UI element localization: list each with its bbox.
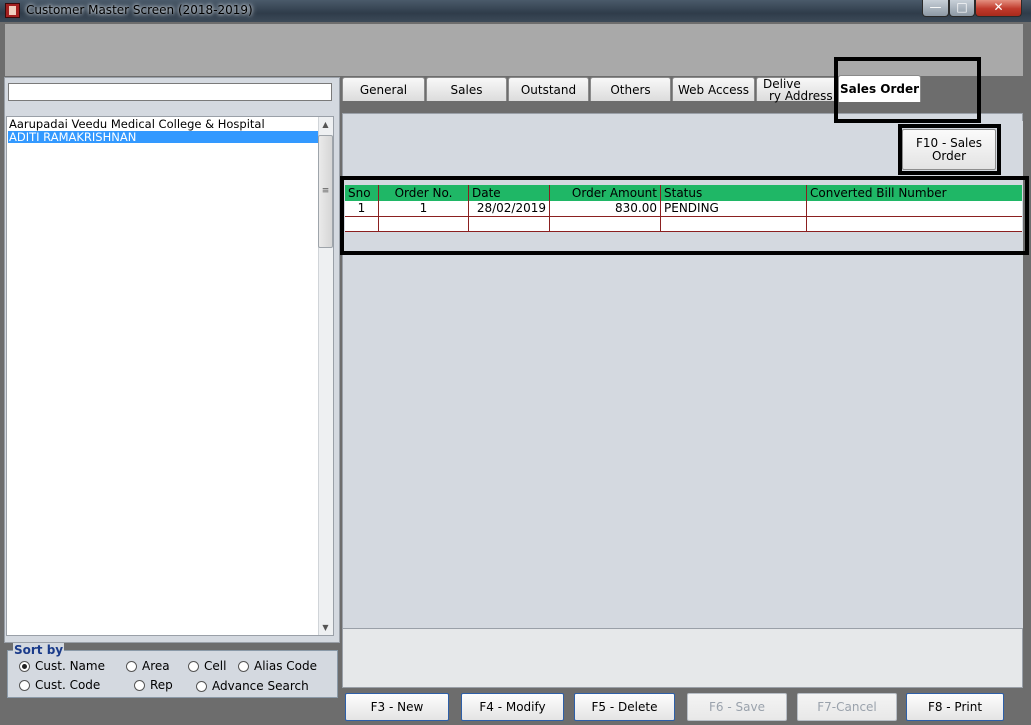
new-button[interactable]: F3 - New bbox=[345, 693, 449, 721]
sort-rep-radio[interactable]: Rep bbox=[134, 678, 173, 692]
minimize-button[interactable]: — bbox=[922, 0, 949, 17]
sort-by-label: Sort by bbox=[13, 643, 65, 657]
radio-icon bbox=[196, 680, 207, 692]
tab-general[interactable]: General bbox=[342, 77, 425, 101]
scroll-up-arrow-icon[interactable]: ▲ bbox=[321, 120, 330, 129]
window-title: Customer Master Screen (2018-2019) bbox=[26, 3, 253, 17]
customer-list-item[interactable]: Aarupadai Veedu Medical College & Hospit… bbox=[8, 118, 319, 130]
radio-icon bbox=[188, 660, 199, 672]
sort-alias-code-radio[interactable]: Alias Code bbox=[238, 659, 317, 673]
scroll-down-arrow-icon[interactable]: ▼ bbox=[321, 623, 330, 632]
save-button[interactable]: F6 - Save bbox=[687, 693, 787, 721]
sort-area-radio[interactable]: Area bbox=[126, 659, 170, 673]
sort-advance-search-radio[interactable]: Advance Search bbox=[196, 679, 309, 693]
sort-cust-name-radio[interactable]: Cust. Name bbox=[19, 659, 105, 673]
radio-icon bbox=[126, 660, 137, 672]
tab-web-access[interactable]: Web Access bbox=[672, 77, 755, 101]
title-bar: Customer Master Screen (2018-2019) — □ ✕ bbox=[0, 0, 1031, 22]
tab-others[interactable]: Others bbox=[590, 77, 671, 101]
tab-sales[interactable]: Sales bbox=[426, 77, 507, 101]
delete-button[interactable]: F5 - Delete bbox=[574, 693, 675, 721]
tab-delivery-address[interactable]: Delive ry Address bbox=[756, 77, 837, 103]
customer-list[interactable]: Aarupadai Veedu Medical College & Hospit… bbox=[6, 116, 334, 636]
highlight-box-grid bbox=[340, 176, 1029, 255]
radio-icon bbox=[134, 679, 145, 691]
modify-button[interactable]: F4 - Modify bbox=[461, 693, 564, 721]
action-bar bbox=[342, 628, 1023, 688]
maximize-button[interactable]: □ bbox=[949, 0, 975, 17]
cancel-button[interactable]: F7-Cancel bbox=[797, 693, 897, 721]
sort-cust-code-radio[interactable]: Cust. Code bbox=[19, 678, 100, 692]
highlight-box-f10 bbox=[898, 124, 1001, 175]
print-button[interactable]: F8 - Print bbox=[906, 693, 1004, 721]
sort-cell-radio[interactable]: Cell bbox=[188, 659, 226, 673]
tab-outstand[interactable]: Outstand bbox=[508, 77, 589, 101]
customer-search-input[interactable] bbox=[8, 83, 332, 101]
scroll-grip-icon: ≡ bbox=[321, 186, 330, 196]
customer-list-item-selected[interactable]: ADITI RAMAKRISHNAN bbox=[8, 131, 319, 143]
close-button[interactable]: ✕ bbox=[975, 0, 1022, 17]
highlight-box-tab bbox=[834, 57, 981, 123]
tab-delivery-address-line2: ry Address bbox=[769, 89, 833, 103]
radio-icon bbox=[238, 660, 249, 672]
radio-checked-icon bbox=[19, 660, 30, 672]
radio-icon bbox=[19, 679, 30, 691]
app-icon bbox=[5, 3, 20, 18]
